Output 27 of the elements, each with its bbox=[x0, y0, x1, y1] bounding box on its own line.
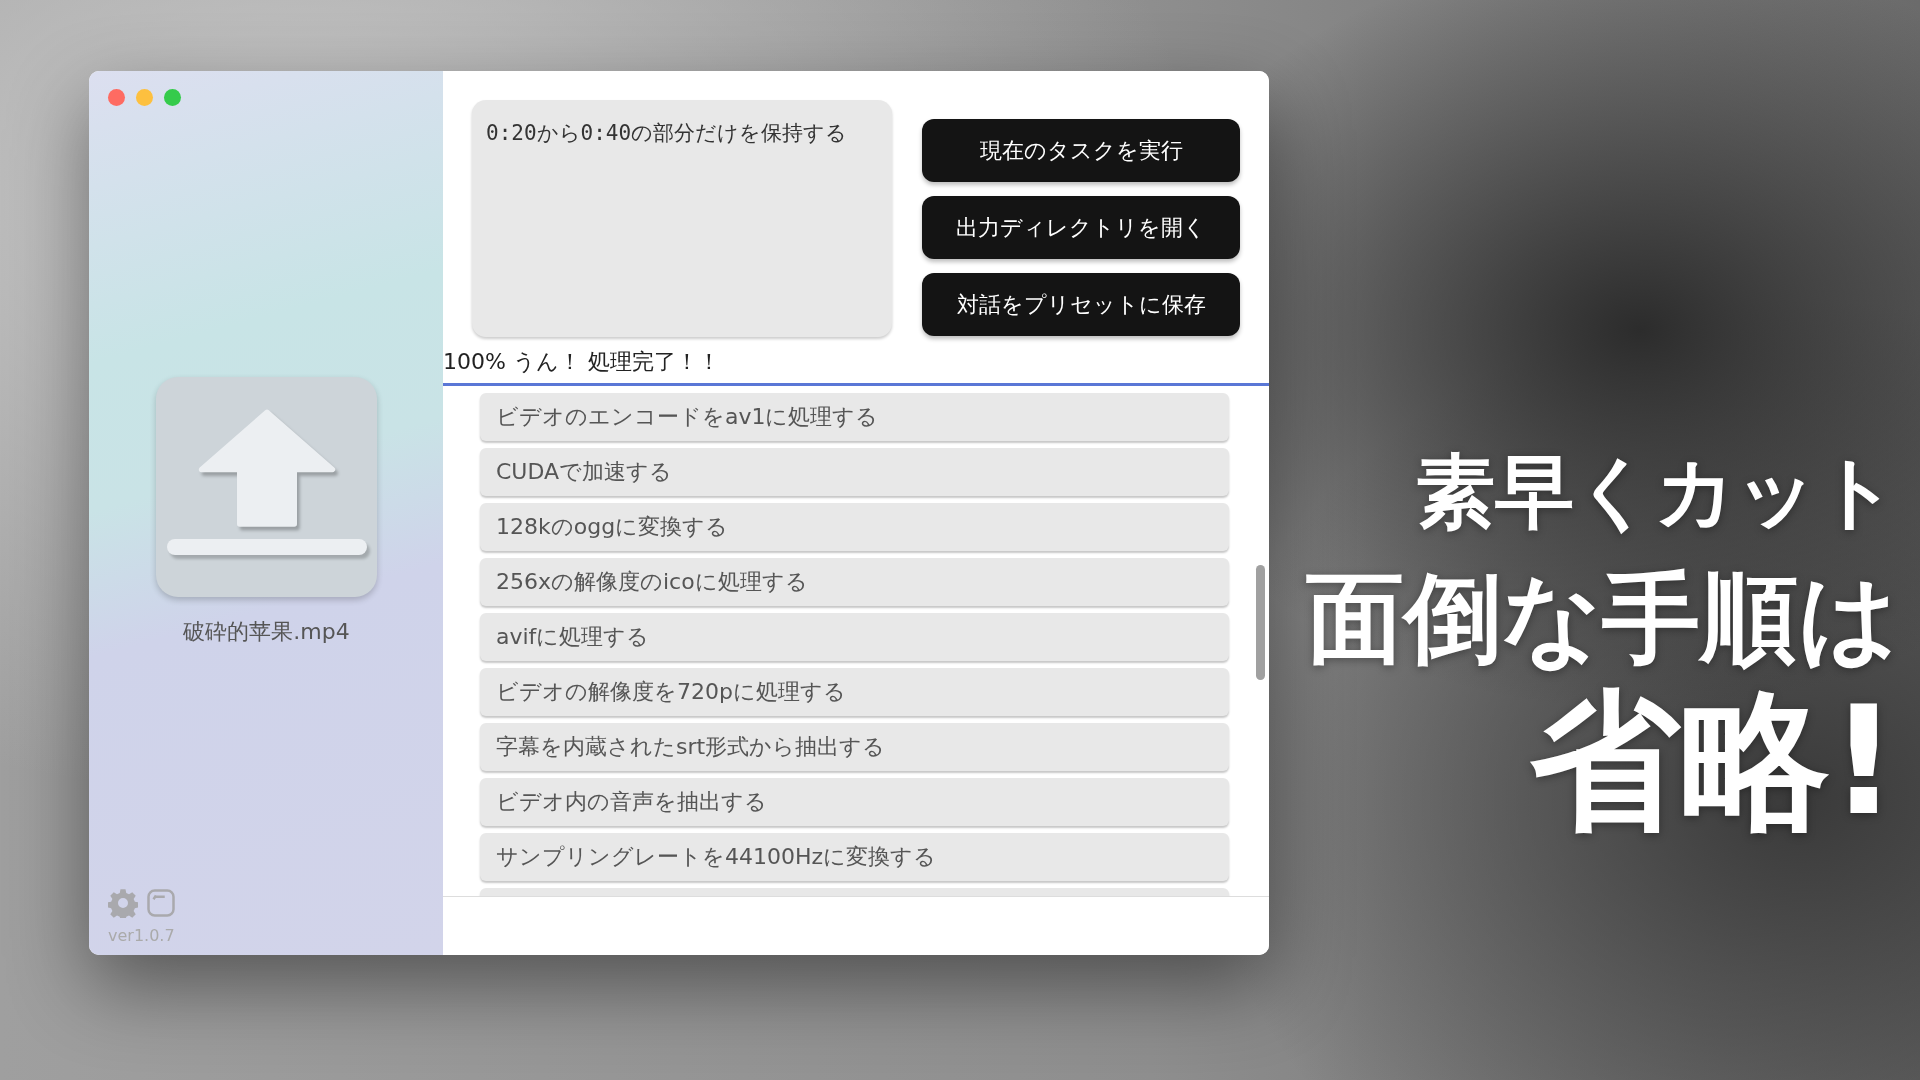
headline-text: 面倒な手順は bbox=[1306, 561, 1898, 675]
prompt-input[interactable]: 0:20から0:40の部分だけを保持する bbox=[472, 100, 892, 337]
scrollbar-thumb[interactable] bbox=[1256, 565, 1265, 680]
action-button[interactable]: 対話をプリセットに保存 bbox=[922, 273, 1240, 336]
preset-item[interactable]: 256xの解像度のicoに処理する bbox=[480, 558, 1229, 606]
headline-text: 素早くカット bbox=[1416, 447, 1898, 538]
preset-item[interactable]: ビデオのエンコードをav1に処理する bbox=[480, 393, 1229, 441]
action-button[interactable]: 出力ディレクトリを開く bbox=[922, 196, 1240, 259]
preset-item[interactable]: 字幕を内蔵されたsrt形式から抽出する bbox=[480, 723, 1229, 771]
upload-baseline-icon bbox=[166, 539, 367, 555]
action-button[interactable]: 現在のタスクを実行 bbox=[922, 119, 1240, 182]
headline-text: 省略! bbox=[1529, 674, 1898, 848]
settings-icon[interactable] bbox=[108, 888, 138, 918]
window-minimize-button[interactable] bbox=[136, 89, 153, 106]
window-icon[interactable] bbox=[146, 888, 176, 918]
preset-item[interactable]: 128kのoggに変換する bbox=[480, 503, 1229, 551]
preset-item[interactable]: ビデオの解像度を720pに処理する bbox=[480, 668, 1229, 716]
preset-item[interactable]: サンプリングレートを44100Hzに変換する bbox=[480, 833, 1229, 881]
window-zoom-button[interactable] bbox=[164, 89, 181, 106]
version-label: ver1.0.7 bbox=[108, 926, 176, 945]
window-close-button[interactable] bbox=[108, 89, 125, 106]
upload-drop-zone[interactable] bbox=[156, 377, 377, 597]
file-name: 破砕的苹果.mp4 bbox=[183, 618, 350, 646]
preset-item[interactable]: CUDAで加速する bbox=[480, 448, 1229, 496]
preset-item[interactable]: ビデオ内の音声を抽出する bbox=[480, 778, 1229, 826]
preset-item[interactable]: avifに処理する bbox=[480, 613, 1229, 661]
status-text: 100% うん！ 処理完了！！ bbox=[443, 348, 721, 376]
